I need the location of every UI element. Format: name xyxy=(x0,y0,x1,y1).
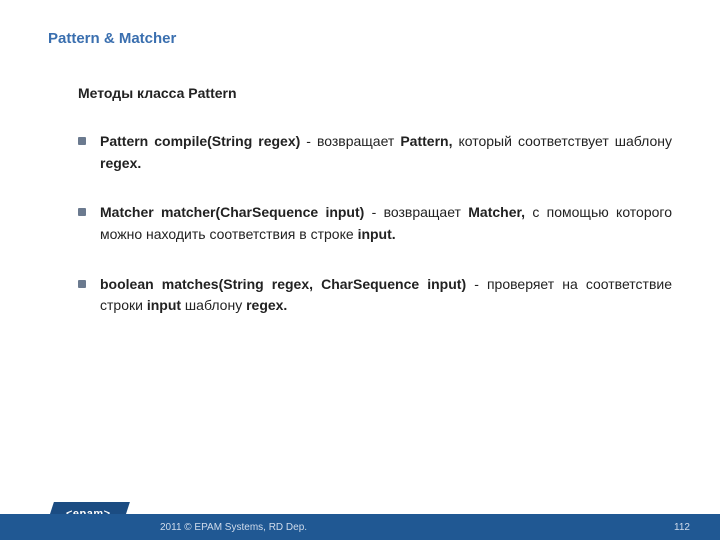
bullet-list: Pattern compile(String regex) - возвраща… xyxy=(78,131,672,317)
text: возвращает xyxy=(317,133,400,149)
list-item: Matcher matcher(CharSequence input) - во… xyxy=(78,202,672,245)
slide-title: Pattern & Matcher xyxy=(48,30,672,47)
list-item: boolean matches(String regex, CharSequen… xyxy=(78,274,672,317)
method-signature: Pattern compile(String regex) xyxy=(100,133,300,149)
method-signature: boolean matches(String regex, CharSequen… xyxy=(100,276,466,292)
param: regex. xyxy=(246,297,287,313)
section-heading: Методы класса Pattern xyxy=(78,85,672,101)
separator: - xyxy=(466,276,487,292)
footer-bar: 2011 © EPAM Systems, RD Dep. 112 xyxy=(0,514,720,540)
param: input xyxy=(147,297,181,313)
page-number: 112 xyxy=(674,522,690,533)
param: input. xyxy=(358,226,396,242)
list-item: Pattern compile(String regex) - возвраща… xyxy=(78,131,672,174)
text: который соответствует шаблону xyxy=(452,133,672,149)
slide: Pattern & Matcher Методы класса Pattern … xyxy=(0,0,720,540)
text: шаблону xyxy=(181,297,246,313)
return-type: Matcher, xyxy=(468,204,525,220)
method-signature: Matcher matcher(CharSequence input) xyxy=(100,204,364,220)
separator: - xyxy=(364,204,383,220)
return-type: Pattern, xyxy=(400,133,452,149)
param: regex. xyxy=(100,155,141,171)
text: возвращает xyxy=(384,204,469,220)
separator: - xyxy=(300,133,317,149)
copyright-text: 2011 © EPAM Systems, RD Dep. xyxy=(160,522,307,533)
